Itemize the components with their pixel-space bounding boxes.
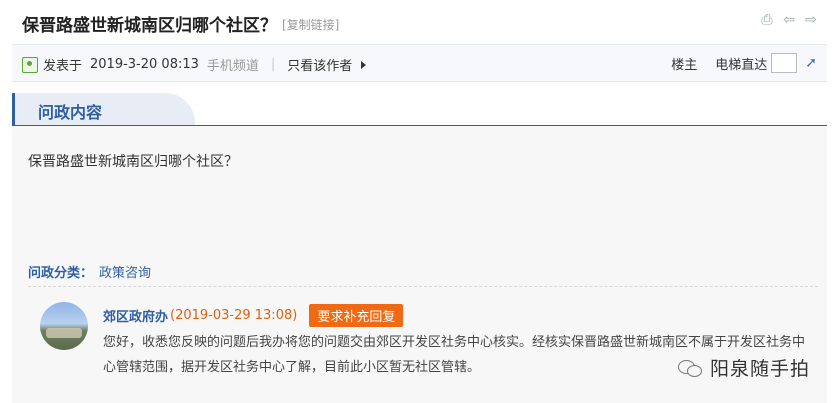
elevator-label: 电梯直达 (715, 57, 768, 73)
avatar (40, 302, 88, 350)
title-bar: 保晋路盛世新城南区归哪个社区？ [复制链接] ⎙ ⇦ ⇨ (0, 0, 839, 44)
floor-host-label: 楼主 (671, 57, 698, 73)
floor-nav: 楼主 电梯直达 ➚ (671, 53, 817, 73)
reply-time: (2019-03-29 13:08) (170, 308, 298, 323)
section-tab-label: 问政内容 (38, 103, 103, 122)
watermark: 阳泉随手拍 (678, 354, 810, 381)
reply-divider (28, 286, 818, 287)
meta-separator: | (270, 57, 276, 72)
category-value[interactable]: 政策咨询 (99, 266, 151, 281)
request-supplement-button[interactable]: 要求补充回复 (309, 304, 404, 327)
posted-prefix: 发表于 (43, 59, 83, 74)
meta-bar: 发表于 2019-3-20 08:13 手机频道 | 只看该作者 楼主 电梯直达… (12, 44, 827, 82)
post-meta: 发表于 2019-3-20 08:13 手机频道 | 只看该作者 (22, 55, 367, 74)
reply-header: 郊区政府办 (2019-03-29 13:08) 要求补充回复 (103, 304, 404, 327)
category: 问政分类： 政策咨询 (28, 262, 151, 281)
section-tab: 问政内容 (12, 93, 195, 126)
only-author-link[interactable]: 只看该作者 (287, 55, 352, 74)
arrow-left-icon[interactable]: ⇦ (781, 12, 797, 28)
copy-link[interactable]: [复制链接] (282, 16, 339, 33)
play-arrow-icon (361, 60, 367, 69)
arrow-right-icon[interactable]: ⇨ (803, 12, 819, 28)
user-icon (22, 56, 38, 73)
go-icon[interactable]: ➚ (805, 55, 817, 71)
reply-author: 郊区政府办 (103, 310, 169, 325)
posted-date: 2019-3-20 08:13 (90, 57, 199, 72)
print-icon[interactable]: ⎙ (759, 12, 775, 28)
title-toolbar: ⎙ ⇦ ⇨ (759, 12, 819, 28)
channel-link[interactable]: 手机频道 (207, 55, 259, 74)
category-label: 问政分类： (28, 266, 94, 281)
wechat-icon (678, 358, 702, 378)
question-text: 保晋路盛世新城南区归哪个社区？ (28, 154, 238, 170)
page-title: 保晋路盛世新城南区归哪个社区？ (22, 16, 277, 36)
elevator-input[interactable] (771, 53, 798, 73)
watermark-text: 阳泉随手拍 (710, 358, 811, 380)
